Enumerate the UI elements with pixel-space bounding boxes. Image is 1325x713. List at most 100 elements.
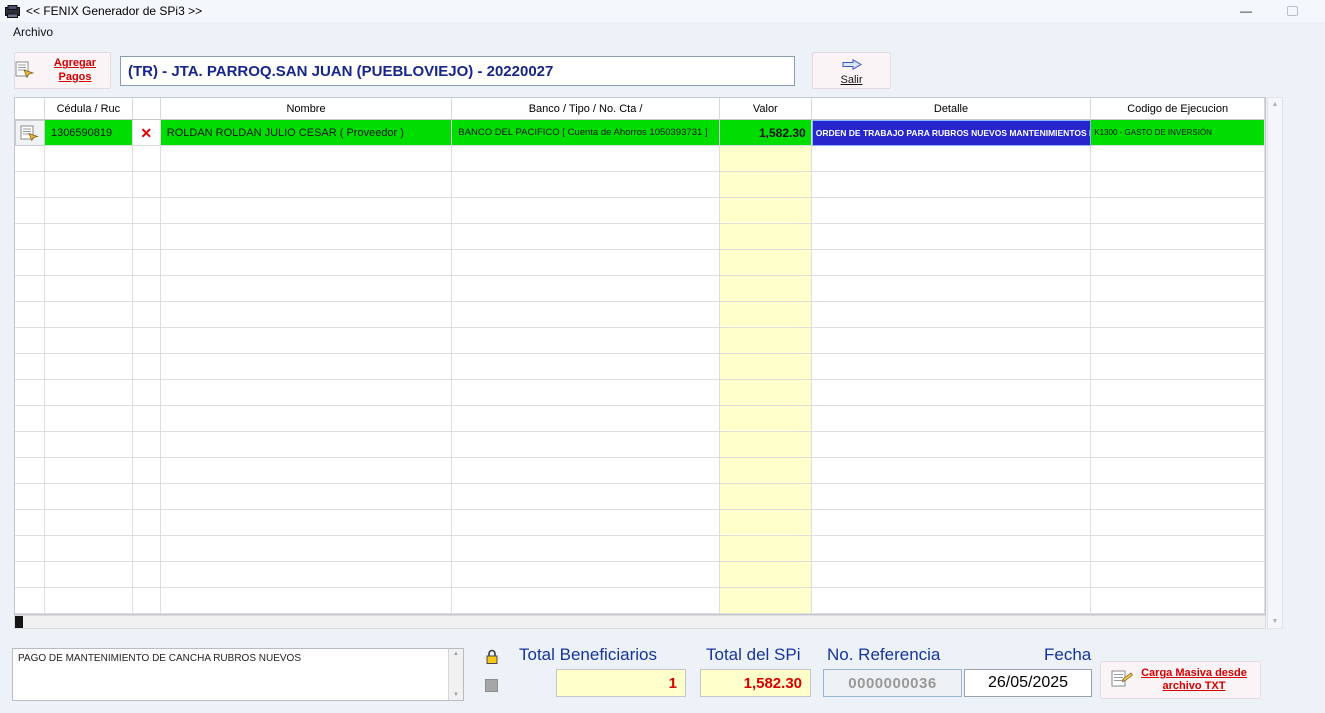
cell-nombre[interactable]: ROLDAN ROLDAN JULIO CESAR ( Proveedor )	[161, 120, 453, 146]
minimize-button[interactable]: —	[1229, 0, 1263, 22]
cell-valor[interactable]: 1,582.30	[720, 120, 812, 146]
grid-cell-empty	[161, 380, 453, 406]
grid-cell-empty	[812, 302, 1092, 328]
delete-icon: ✕	[140, 126, 152, 140]
entity-input[interactable]	[120, 56, 795, 86]
grid-cell-empty	[15, 146, 45, 172]
grid-row-empty	[15, 432, 1265, 458]
grid-cell-empty	[452, 198, 720, 224]
grid-cell-empty	[720, 510, 812, 536]
fecha-value[interactable]: 26/05/2025	[964, 669, 1092, 697]
cell-cedula-ruc[interactable]: 1306590819	[45, 120, 133, 146]
grid-cell-empty	[45, 484, 133, 510]
grid-cell-empty	[161, 562, 453, 588]
grid-cell-empty	[15, 198, 45, 224]
scroll-down-icon: ▼	[453, 692, 459, 698]
grid-cell-empty	[720, 276, 812, 302]
grid-cell-empty	[133, 484, 161, 510]
grid-cell-empty	[15, 510, 45, 536]
cell-banco[interactable]: BANCO DEL PACIFICO [ Cuenta de Ahorros 1…	[452, 120, 720, 146]
grid-row-empty	[15, 146, 1265, 172]
grid-cell-empty	[1091, 224, 1265, 250]
descripcion-textarea[interactable]: PAGO DE MANTENIMIENTO DE CANCHA RUBROS N…	[12, 648, 464, 701]
grid-cell-empty	[452, 562, 720, 588]
grid-cell-empty	[812, 250, 1092, 276]
grid-cell-empty	[133, 536, 161, 562]
grid-cell-empty	[452, 224, 720, 250]
grid-cell-empty	[45, 172, 133, 198]
grid-cell-empty	[45, 380, 133, 406]
grid-cell-empty	[720, 458, 812, 484]
row-edit-button[interactable]	[15, 120, 45, 146]
grid-cell-empty	[452, 484, 720, 510]
descripcion-scrollbar[interactable]: ▲ ▼	[448, 649, 463, 700]
grid-cell-empty	[720, 224, 812, 250]
menu-archivo[interactable]: Archivo	[9, 24, 57, 40]
cell-detalle[interactable]: ORDEN DE TRABAJO PARA RUBROS NUEVOS MANT…	[812, 120, 1092, 146]
grid-row-empty	[15, 354, 1265, 380]
grid-cell-empty	[161, 302, 453, 328]
grid-cell-empty	[1091, 354, 1265, 380]
title-bar: << FENIX Generador de SPi3 >> —	[0, 0, 1325, 22]
grid-cell-empty	[161, 536, 453, 562]
payments-grid: Cédula / Ruc Nombre Banco / Tipo / No. C…	[14, 97, 1266, 615]
header-cedula-ruc: Cédula / Ruc	[45, 98, 133, 120]
grid-cell-empty	[133, 224, 161, 250]
salir-label: Salir	[840, 74, 862, 86]
maximize-button[interactable]	[1275, 0, 1309, 22]
grid-cell-empty	[812, 276, 1092, 302]
grid-row-empty	[15, 562, 1265, 588]
grid-cell-empty	[812, 380, 1092, 406]
grid-row-empty	[15, 172, 1265, 198]
grid-cell-empty	[161, 588, 453, 614]
header-banco-tipo-cta: Banco / Tipo / No. Cta /	[452, 98, 720, 120]
grid-cell-empty	[133, 302, 161, 328]
window-title: << FENIX Generador de SPi3 >>	[26, 4, 202, 18]
grid-cell-empty	[15, 276, 45, 302]
grid-cell-empty	[452, 588, 720, 614]
grid-cell-empty	[133, 146, 161, 172]
grid-cell-empty	[161, 432, 453, 458]
grid-cell-empty	[452, 458, 720, 484]
grid-row-empty	[15, 276, 1265, 302]
grid-cell-empty	[15, 380, 45, 406]
app-icon	[5, 5, 20, 18]
grid-cell-empty	[15, 588, 45, 614]
vertical-scrollbar[interactable]: ▲ ▼	[1267, 97, 1283, 629]
grid-cell-empty	[133, 406, 161, 432]
grid-cell-empty	[1091, 276, 1265, 302]
row-delete-button[interactable]: ✕	[133, 120, 161, 146]
grid-cell-empty	[45, 562, 133, 588]
carga-masiva-button[interactable]: Carga Masiva desde archivo TXT	[1100, 661, 1261, 699]
menu-bar: Archivo	[0, 22, 1325, 42]
lock-icon[interactable]	[485, 649, 499, 670]
grid-row-empty	[15, 302, 1265, 328]
grid-cell-empty	[720, 146, 812, 172]
grid-cell-empty	[45, 354, 133, 380]
salir-button[interactable]: Salir	[812, 52, 891, 89]
descripcion-text: PAGO DE MANTENIMIENTO DE CANCHA RUBROS N…	[18, 653, 443, 664]
cell-codigo-ejecucion[interactable]: K1300 - GASTO DE INVERSIÓN	[1091, 120, 1265, 146]
grid-cell-empty	[161, 510, 453, 536]
header-detalle: Detalle	[812, 98, 1092, 120]
horizontal-scrollbar[interactable]	[14, 615, 1266, 629]
grid-cell-empty	[812, 328, 1092, 354]
grid-cell-empty	[812, 172, 1092, 198]
header-delete	[133, 98, 161, 120]
scroll-down-icon: ▼	[1272, 618, 1279, 625]
grid-cell-empty	[452, 380, 720, 406]
grid-cell-empty	[720, 328, 812, 354]
grid-cell-empty	[133, 198, 161, 224]
grid-cell-empty	[812, 224, 1092, 250]
minimize-icon: —	[1240, 5, 1252, 17]
grid-cell-empty	[1091, 536, 1265, 562]
grid-cell-empty	[812, 562, 1092, 588]
grid-cell-empty	[161, 146, 453, 172]
grid-cell-empty	[15, 536, 45, 562]
agregar-pagos-button[interactable]: Agregar Pagos	[14, 52, 111, 89]
grid-cell-empty	[452, 146, 720, 172]
horizontal-scrollbar-thumb[interactable]	[15, 616, 23, 628]
grid-row-empty	[15, 458, 1265, 484]
grid-cell-empty	[720, 562, 812, 588]
footer-checkbox[interactable]	[485, 679, 498, 692]
